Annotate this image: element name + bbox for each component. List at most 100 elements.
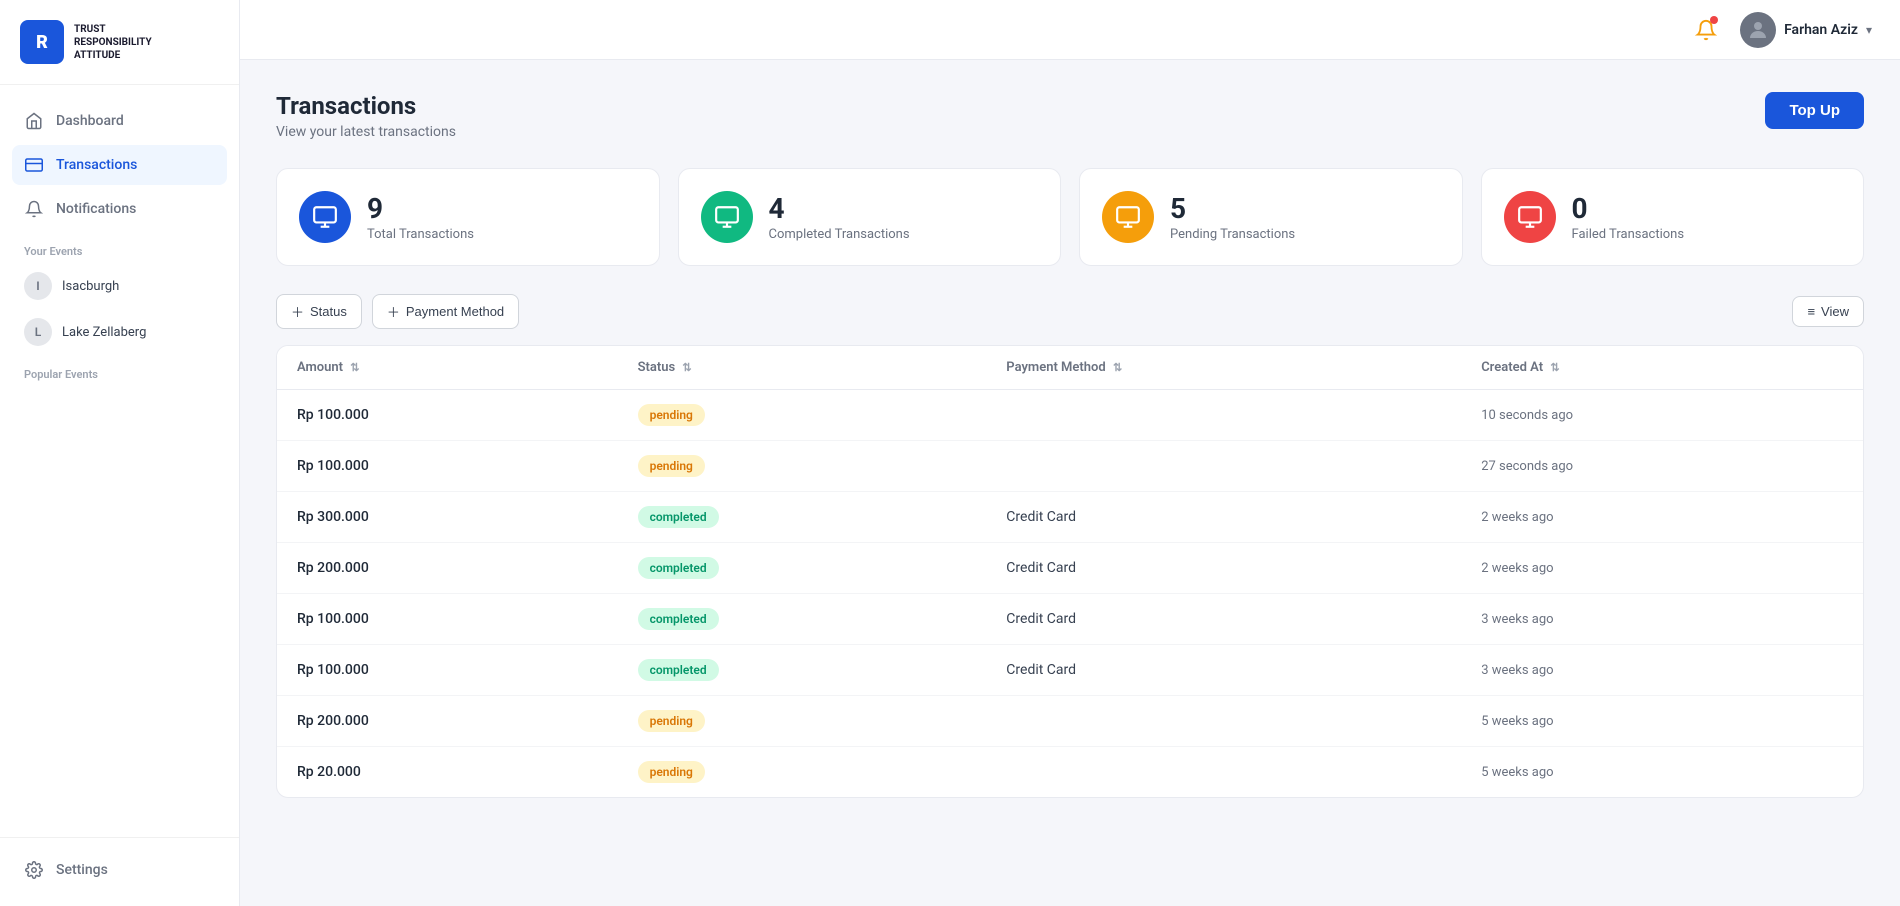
status-badge: pending [638, 710, 705, 732]
stat-icon-total [299, 191, 351, 243]
sort-icon-payment: ⇅ [1113, 361, 1122, 374]
event-name-lake-zellaberg: Lake Zellaberg [62, 325, 146, 340]
cell-payment-method: Credit Card [986, 645, 1461, 696]
sidebar-item-dashboard[interactable]: Dashboard [12, 101, 227, 141]
cell-amount: Rp 100.000 [277, 645, 618, 696]
cell-status: completed [618, 594, 987, 645]
settings-icon [24, 860, 44, 880]
status-badge: completed [638, 506, 719, 528]
stat-info-total: 9 Total Transactions [367, 192, 474, 242]
table-header: Amount ⇅ Status ⇅ Payment Method ⇅ Cre [277, 346, 1863, 390]
user-menu-button[interactable]: Farhan Aziz ▾ [1740, 12, 1872, 48]
sort-icon-status: ⇅ [682, 361, 691, 374]
event-lake-zellaberg[interactable]: L Lake Zellaberg [12, 310, 227, 354]
stat-icon-pending [1102, 191, 1154, 243]
filter-payment-label: Payment Method [406, 304, 504, 319]
stat-label-total: Total Transactions [367, 227, 474, 242]
col-status-label: Status [638, 360, 676, 375]
cell-amount: Rp 100.000 [277, 441, 618, 492]
notification-dot [1710, 16, 1718, 24]
cell-payment-method [986, 390, 1461, 441]
sidebar-item-transactions[interactable]: Transactions [12, 145, 227, 185]
stat-count-total: 9 [367, 192, 474, 225]
sidebar-item-notifications[interactable]: Notifications [12, 189, 227, 229]
page-content: Transactions View your latest transactio… [240, 60, 1900, 906]
cell-payment-method: Credit Card [986, 594, 1461, 645]
cell-payment-method: Credit Card [986, 492, 1461, 543]
cell-status: completed [618, 492, 987, 543]
your-events-label: Your Events [12, 233, 227, 264]
cell-created-at: 5 weeks ago [1461, 696, 1863, 747]
sidebar-nav: Dashboard Transactions Notifications You… [0, 85, 239, 837]
page-subtitle: View your latest transactions [276, 124, 456, 140]
avatar [1740, 12, 1776, 48]
status-badge: completed [638, 557, 719, 579]
stat-card-total: 9 Total Transactions [276, 168, 660, 266]
sort-icon-amount: ⇅ [350, 361, 359, 374]
status-badge: pending [638, 455, 705, 477]
transactions-table-container: Amount ⇅ Status ⇅ Payment Method ⇅ Cre [276, 345, 1864, 798]
page-header: Transactions View your latest transactio… [276, 92, 1864, 140]
transactions-table: Amount ⇅ Status ⇅ Payment Method ⇅ Cre [277, 346, 1863, 797]
col-status[interactable]: Status ⇅ [618, 346, 987, 390]
cell-created-at: 2 weeks ago [1461, 543, 1863, 594]
col-payment-method[interactable]: Payment Method ⇅ [986, 346, 1461, 390]
cell-created-at: 2 weeks ago [1461, 492, 1863, 543]
user-name: Farhan Aziz [1784, 22, 1858, 38]
table-row[interactable]: Rp 200.000 completed Credit Card 2 weeks… [277, 543, 1863, 594]
notification-bell-button[interactable] [1688, 12, 1724, 48]
stat-label-completed: Completed Transactions [769, 227, 910, 242]
main-content: Farhan Aziz ▾ Transactions View your lat… [240, 0, 1900, 906]
cell-payment-method: Credit Card [986, 543, 1461, 594]
stats-grid: 9 Total Transactions 4 Completed Transac… [276, 168, 1864, 266]
stat-info-completed: 4 Completed Transactions [769, 192, 910, 242]
stat-label-failed: Failed Transactions [1572, 227, 1685, 242]
table-row[interactable]: Rp 100.000 completed Credit Card 3 weeks… [277, 594, 1863, 645]
sidebar-item-label-notifications: Notifications [56, 201, 136, 217]
cell-created-at: 27 seconds ago [1461, 441, 1863, 492]
stat-card-pending: 5 Pending Transactions [1079, 168, 1463, 266]
status-badge: pending [638, 761, 705, 783]
stat-icon-failed [1504, 191, 1556, 243]
col-created-at[interactable]: Created At ⇅ [1461, 346, 1863, 390]
cell-created-at: 5 weeks ago [1461, 747, 1863, 798]
stat-card-completed: 4 Completed Transactions [678, 168, 1062, 266]
sidebar-item-label-settings: Settings [56, 862, 108, 878]
topbar: Farhan Aziz ▾ [240, 0, 1900, 60]
cell-amount: Rp 200.000 [277, 696, 618, 747]
table-row[interactable]: Rp 300.000 completed Credit Card 2 weeks… [277, 492, 1863, 543]
cell-status: pending [618, 747, 987, 798]
cell-status: pending [618, 696, 987, 747]
filter-bar: ＋ Status ＋ Payment Method ≡ View [276, 294, 1864, 329]
table-row[interactable]: Rp 200.000 pending 5 weeks ago [277, 696, 1863, 747]
cell-payment-method [986, 441, 1461, 492]
table-row[interactable]: Rp 100.000 completed Credit Card 3 weeks… [277, 645, 1863, 696]
event-avatar-isacburgh: I [24, 272, 52, 300]
status-badge: completed [638, 608, 719, 630]
cell-payment-method [986, 747, 1461, 798]
col-amount[interactable]: Amount ⇅ [277, 346, 618, 390]
view-button[interactable]: ≡ View [1792, 296, 1864, 327]
sidebar-item-settings[interactable]: Settings [12, 850, 227, 890]
view-label: View [1821, 304, 1849, 319]
stat-count-pending: 5 [1170, 192, 1295, 225]
stat-count-failed: 0 [1572, 192, 1685, 225]
filter-status-button[interactable]: ＋ Status [276, 294, 362, 329]
stat-info-failed: 0 Failed Transactions [1572, 192, 1685, 242]
logo-container: R TRUST RESPONSIBILITY ATTITUDE [0, 0, 239, 85]
credit-card-icon [24, 155, 44, 175]
table-row[interactable]: Rp 20.000 pending 5 weeks ago [277, 747, 1863, 798]
stat-info-pending: 5 Pending Transactions [1170, 192, 1295, 242]
sidebar-item-label-transactions: Transactions [56, 157, 137, 173]
filter-payment-method-button[interactable]: ＋ Payment Method [372, 294, 519, 329]
view-icon: ≡ [1807, 304, 1815, 319]
logo-text: TRUST RESPONSIBILITY ATTITUDE [74, 23, 152, 62]
event-isacburgh[interactable]: I Isacburgh [12, 264, 227, 308]
top-up-button[interactable]: Top Up [1765, 92, 1864, 129]
cell-amount: Rp 300.000 [277, 492, 618, 543]
cell-amount: Rp 20.000 [277, 747, 618, 798]
table-row[interactable]: Rp 100.000 pending 10 seconds ago [277, 390, 1863, 441]
cell-amount: Rp 200.000 [277, 543, 618, 594]
sidebar: R TRUST RESPONSIBILITY ATTITUDE Dashboar… [0, 0, 240, 906]
table-row[interactable]: Rp 100.000 pending 27 seconds ago [277, 441, 1863, 492]
